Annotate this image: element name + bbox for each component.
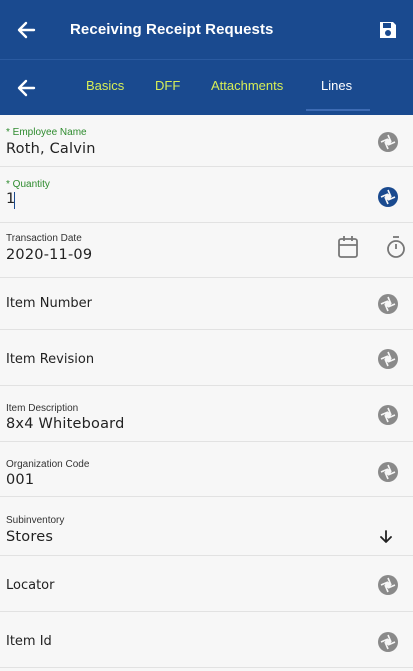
- aperture-icon[interactable]: [377, 131, 399, 153]
- tab-back-button[interactable]: [8, 70, 44, 106]
- text-cursor: [14, 192, 15, 209]
- transaction-date-field[interactable]: Transaction Date 2020-11-09: [0, 222, 413, 279]
- arrow-left-icon: [17, 21, 36, 38]
- item-id-field[interactable]: Item Id: [0, 612, 413, 668]
- locator-label: Locator: [6, 578, 55, 594]
- app-header: Receiving Receipt Requests: [0, 0, 413, 59]
- aperture-icon[interactable]: [377, 348, 399, 370]
- item-revision-label: Item Revision: [6, 352, 95, 368]
- item-revision-field[interactable]: Item Revision: [0, 330, 413, 387]
- locator-field[interactable]: Locator: [0, 556, 413, 613]
- tab-dff[interactable]: DFF: [155, 78, 180, 93]
- save-icon: [380, 21, 396, 38]
- calendar-icon[interactable]: [337, 235, 359, 259]
- page-title: Receiving Receipt Requests: [70, 21, 274, 38]
- aperture-icon[interactable]: [377, 574, 399, 596]
- aperture-icon[interactable]: [377, 404, 399, 426]
- aperture-icon[interactable]: [377, 186, 399, 208]
- back-button[interactable]: [0, 0, 52, 59]
- tab-basics[interactable]: Basics: [86, 78, 124, 93]
- tab-attachments[interactable]: Attachments: [211, 78, 283, 93]
- employee-name-label: * Employee Name: [6, 127, 87, 138]
- organization-code-label: Organization Code: [6, 458, 90, 470]
- item-description-field[interactable]: Item Description 8x4 Whiteboard: [0, 386, 413, 442]
- stopwatch-icon[interactable]: [385, 235, 407, 259]
- item-number-field[interactable]: Item Number: [0, 278, 413, 331]
- organization-code-value: 001: [6, 471, 35, 488]
- subinventory-field[interactable]: Subinventory Stores: [0, 497, 413, 557]
- tab-bar: Basics DFF Attachments Lines: [0, 59, 413, 115]
- subinventory-label: Subinventory: [6, 515, 65, 527]
- aperture-icon[interactable]: [377, 461, 399, 483]
- quantity-label: * Quantity: [6, 179, 50, 190]
- organization-code-field[interactable]: Organization Code 001: [0, 441, 413, 498]
- item-number-label: Item Number: [6, 296, 92, 312]
- arrow-left-icon: [17, 79, 36, 97]
- subinventory-value: Stores: [6, 529, 54, 546]
- save-button[interactable]: [363, 0, 413, 59]
- item-description-label: Item Description: [6, 403, 79, 415]
- employee-name-value: Roth, Calvin: [6, 141, 96, 157]
- aperture-icon[interactable]: [377, 631, 399, 653]
- employee-name-field[interactable]: * Employee Name Roth, Calvin: [0, 115, 413, 167]
- transaction-date-label: Transaction Date: [6, 232, 82, 244]
- lines-form: * Employee Name Roth, Calvin * Quantity …: [0, 115, 413, 668]
- tab-lines[interactable]: Lines: [321, 78, 352, 93]
- item-description-value: 8x4 Whiteboard: [6, 416, 125, 433]
- arrow-down-icon[interactable]: [379, 529, 393, 545]
- active-tab-indicator: [306, 109, 370, 111]
- item-id-label: Item Id: [6, 634, 52, 650]
- quantity-field[interactable]: * Quantity 1: [0, 167, 413, 223]
- transaction-date-value: 2020-11-09: [6, 246, 93, 263]
- aperture-icon[interactable]: [377, 293, 399, 315]
